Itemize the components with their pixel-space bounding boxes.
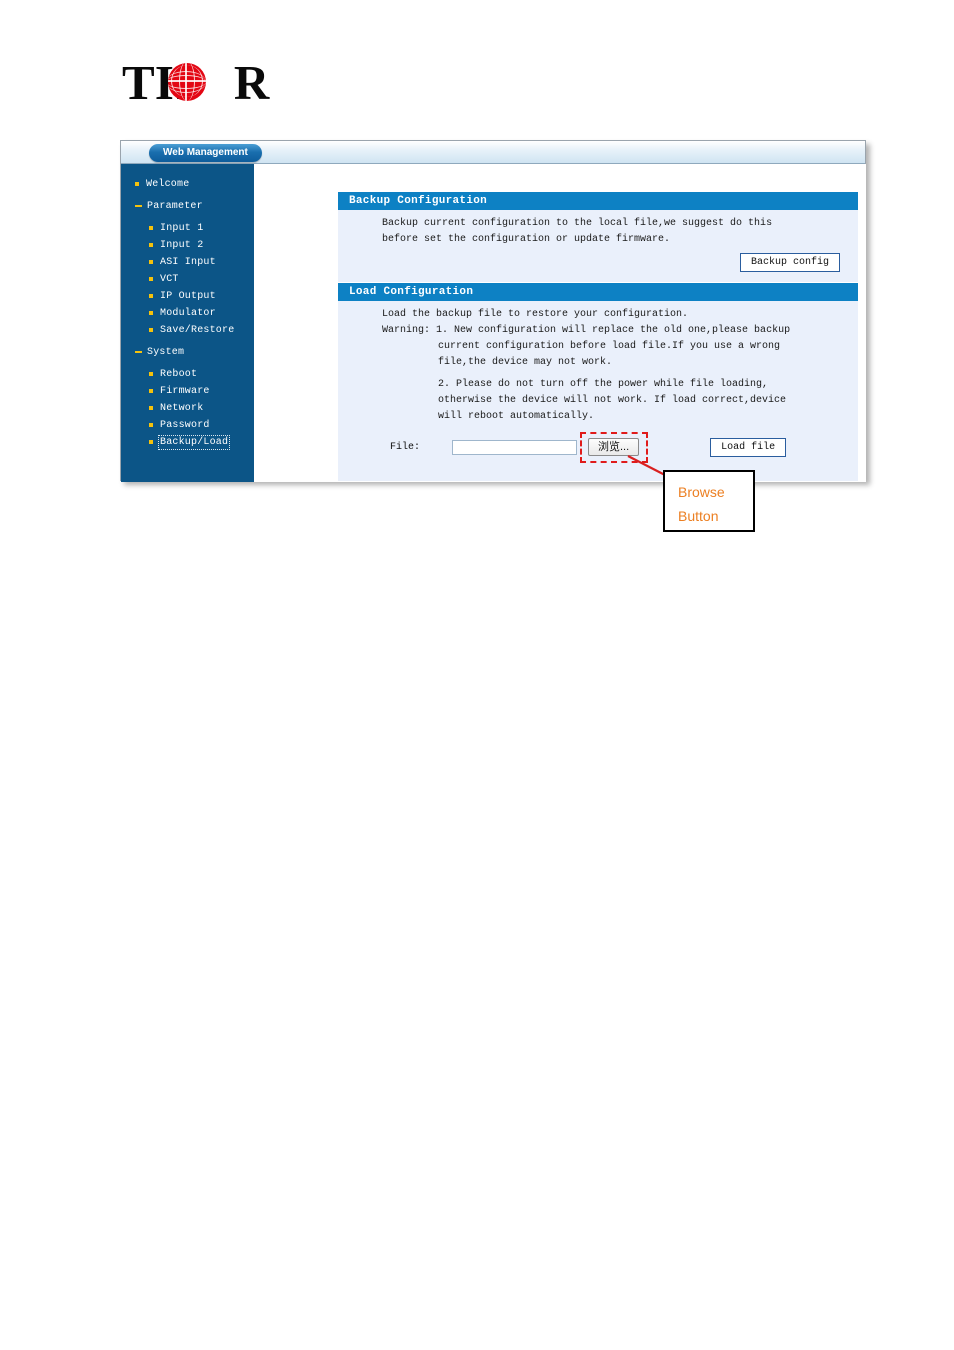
load-warning-line-2: current configuration before load file.I…	[438, 341, 781, 352]
bullet-dot-icon	[149, 294, 153, 298]
load-panel-body: Load the backup file to restore your con…	[338, 301, 858, 481]
bullet-dot-icon	[149, 328, 153, 332]
backup-panel-title: Backup Configuration	[338, 192, 858, 210]
file-upload-row: File: 浏览... Load file	[348, 425, 848, 473]
load-file-button[interactable]: Load file	[710, 438, 787, 457]
sidebar-item-label: Reboot	[160, 368, 198, 380]
minus-collapse-icon[interactable]	[135, 205, 142, 207]
minus-collapse-icon[interactable]	[135, 351, 142, 353]
thor-logo: THOR	[122, 55, 322, 111]
sidebar-item-label: Firmware	[160, 385, 210, 397]
backup-config-button[interactable]: Backup config	[739, 253, 840, 272]
file-path-input[interactable]	[452, 440, 577, 455]
sidebar-item-firmware[interactable]: Firmware	[121, 383, 254, 399]
sidebar-item-label: IP Output	[160, 290, 216, 302]
bullet-dot-icon	[149, 440, 153, 444]
red-globe-icon	[168, 63, 206, 101]
sidebar-item-backup-load[interactable]: Backup/Load	[121, 434, 254, 450]
backup-configuration-panel: Backup Configuration Backup current conf…	[338, 192, 858, 282]
bullet-dot-icon	[149, 406, 153, 410]
load-configuration-panel: Load Configuration Load the backup file …	[338, 283, 858, 481]
web-management-window: Web Management Welcome Parameter Input 1…	[120, 140, 866, 482]
sidebar-item-network[interactable]: Network	[121, 400, 254, 416]
browse-button-highlight: 浏览...	[580, 432, 649, 463]
sidebar-item-label: VCT	[160, 273, 179, 285]
bullet-dot-icon	[149, 311, 153, 315]
annotation-line-1: Browse	[678, 484, 725, 500]
bullet-dot-icon	[135, 182, 139, 186]
annotation-line-2: Button	[678, 508, 719, 524]
load-warning-line-6: will reboot automatically.	[438, 411, 595, 422]
sidebar-item-label: Welcome	[146, 178, 190, 190]
annotation-callout-box: Browse Button	[663, 470, 755, 532]
load-intro-text: Load the backup file to restore your con…	[382, 309, 689, 320]
sidebar-item-label: Parameter	[147, 200, 203, 212]
load-warning-line-5: otherwise the device will not work. If l…	[438, 395, 787, 406]
sidebar-item-asi-input[interactable]: ASI Input	[121, 254, 254, 270]
sidebar-item-label: System	[147, 346, 185, 358]
sidebar-item-label: Modulator	[160, 307, 216, 319]
window-body: Welcome Parameter Input 1 Input 2 ASI In…	[121, 164, 866, 482]
backup-panel-body: Backup current configuration to the loca…	[338, 210, 858, 282]
sidebar-item-label: ASI Input	[160, 256, 216, 268]
sidebar-item-modulator[interactable]: Modulator	[121, 305, 254, 321]
backup-button-row: Backup config	[348, 248, 848, 274]
sidebar-item-vct[interactable]: VCT	[121, 271, 254, 287]
sidebar-item-parameter[interactable]: Parameter	[121, 198, 254, 214]
load-warning-line-4: 2. Please do not turn off the power whil…	[438, 379, 769, 390]
bullet-dot-icon	[149, 243, 153, 247]
bullet-dot-icon	[149, 389, 153, 393]
sidebar-item-system[interactable]: System	[121, 344, 254, 360]
sidebar-item-label: Input 1	[160, 222, 204, 234]
backup-description-line-1: Backup current configuration to the loca…	[382, 218, 773, 229]
sidebar-item-save-restore[interactable]: Save/Restore	[121, 322, 254, 338]
sidebar-item-label: Save/Restore	[160, 324, 235, 336]
bullet-dot-icon	[149, 372, 153, 376]
browse-button[interactable]: 浏览...	[588, 438, 640, 456]
sidebar-item-input-2[interactable]: Input 2	[121, 237, 254, 253]
sidebar-item-reboot[interactable]: Reboot	[121, 366, 254, 382]
sidebar-item-password[interactable]: Password	[121, 417, 254, 433]
bullet-dot-icon	[149, 260, 153, 264]
sidebar-item-welcome[interactable]: Welcome	[121, 176, 254, 192]
backup-description-line-2: before set the configuration or update f…	[382, 234, 671, 245]
sidebar-item-label: Password	[160, 419, 210, 431]
load-warning-line-1: Warning: 1. New configuration will repla…	[382, 325, 791, 336]
tab-web-management[interactable]: Web Management	[149, 144, 262, 162]
bullet-dot-icon	[149, 226, 153, 230]
file-field-label: File:	[390, 441, 421, 453]
sidebar-item-label: Network	[160, 402, 204, 414]
sidebar-item-input-1[interactable]: Input 1	[121, 220, 254, 236]
sidebar-item-ip-output[interactable]: IP Output	[121, 288, 254, 304]
sidebar-item-label: Backup/Load	[157, 434, 231, 450]
window-titlebar: Web Management	[121, 141, 865, 164]
logo-text-right: R	[233, 55, 271, 110]
load-panel-title: Load Configuration	[338, 283, 858, 301]
main-content: Backup Configuration Backup current conf…	[254, 164, 866, 482]
bullet-dot-icon	[149, 277, 153, 281]
sidebar-navigation: Welcome Parameter Input 1 Input 2 ASI In…	[121, 164, 254, 482]
bullet-dot-icon	[149, 423, 153, 427]
sidebar-item-label: Input 2	[160, 239, 204, 251]
load-warning-line-3: file,the device may not work.	[438, 357, 613, 368]
